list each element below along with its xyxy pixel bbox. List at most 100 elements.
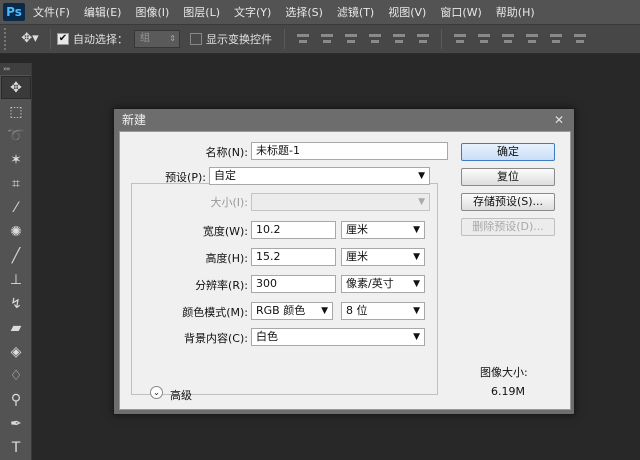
menubar: Ps 文件(F) 编辑(E) 图像(I) 图层(L) 文字(Y) 选择(S) 滤… <box>0 0 640 24</box>
distribute-top-icon[interactable] <box>453 32 467 46</box>
background-dropdown[interactable]: 白色 ▼ <box>251 328 425 346</box>
new-document-dialog: 新建 ✕ 名称(N): 未标题-1 预设(P): 自定 ▼ 大小(I): ▼ 宽… <box>113 108 575 415</box>
chevron-down-icon: ▼ <box>321 306 328 316</box>
type-tool-icon[interactable]: T <box>1 436 31 459</box>
height-unit-value: 厘米 <box>346 250 368 263</box>
auto-select-target-value: 组 <box>140 33 150 44</box>
lasso-tool-icon[interactable]: ➰ <box>1 124 31 147</box>
menu-layer[interactable]: 图层(L) <box>183 4 220 20</box>
menu-edit[interactable]: 编辑(E) <box>84 4 122 20</box>
resolution-input[interactable]: 300 <box>251 275 336 293</box>
width-unit-value: 厘米 <box>346 223 368 236</box>
align-bottom-icon[interactable] <box>344 32 358 46</box>
menu-help[interactable]: 帮助(H) <box>496 4 535 20</box>
options-bar-grip[interactable] <box>4 28 10 50</box>
eraser-tool-icon[interactable]: ▰ <box>1 316 31 339</box>
spot-healing-tool-icon[interactable]: ✺ <box>1 220 31 243</box>
eyedropper-tool-icon[interactable]: ⁄ <box>1 196 31 219</box>
crop-tool-icon[interactable]: ⌗ <box>1 172 31 195</box>
align-top-icon[interactable] <box>296 32 310 46</box>
background-value: 白色 <box>256 330 278 343</box>
distribute-bottom-icon[interactable] <box>501 32 515 46</box>
distribute-vcenter-icon[interactable] <box>477 32 491 46</box>
resolution-unit-value: 像素/英寸 <box>346 277 394 290</box>
resolution-unit-dropdown[interactable]: 像素/英寸 ▼ <box>341 275 425 293</box>
marquee-tool-icon[interactable]: ⬚ <box>1 100 31 123</box>
show-transform-checkbox[interactable] <box>190 33 202 45</box>
pen-tool-icon[interactable]: ✒ <box>1 412 31 435</box>
height-label: 高度(H): <box>205 252 248 265</box>
chevron-down-icon: ▼ <box>413 306 420 316</box>
align-vcenter-icon[interactable] <box>320 32 334 46</box>
align-left-icon[interactable] <box>368 32 382 46</box>
bit-depth-value: 8 位 <box>346 304 368 317</box>
dialog-titlebar[interactable]: 新建 ✕ <box>114 109 574 131</box>
clone-stamp-tool-icon[interactable]: ⊥ <box>1 268 31 291</box>
chevron-down-icon: ▼ <box>418 171 425 181</box>
magic-wand-tool-icon[interactable]: ✶ <box>1 148 31 171</box>
close-icon[interactable]: ✕ <box>552 113 566 127</box>
chevron-down-icon: ▼ <box>413 225 420 235</box>
menu-file[interactable]: 文件(F) <box>33 4 70 20</box>
chevron-down-icon: ▼ <box>413 279 420 289</box>
advanced-toggle-icon[interactable]: ⌄ <box>150 386 163 399</box>
width-input[interactable]: 10.2 <box>251 221 336 239</box>
auto-select-label: 自动选择： <box>73 33 128 46</box>
preset-value: 自定 <box>214 169 236 182</box>
chevron-down-icon: ▼ <box>413 252 420 262</box>
tools-panel-collapse[interactable]: »» <box>0 63 31 75</box>
chevron-down-icon: ▼ <box>418 197 425 207</box>
name-input[interactable]: 未标题-1 <box>251 142 448 160</box>
tools-panel: »» ✥ ⬚ ➰ ✶ ⌗ ⁄ ✺ ╱ ⊥ ↯ ▰ ◈ ♢ ⚲ ✒ T <box>0 63 32 460</box>
align-hcenter-icon[interactable] <box>392 32 406 46</box>
menu-image[interactable]: 图像(I) <box>135 4 169 20</box>
dialog-title: 新建 <box>122 113 147 127</box>
chevron-updown-icon: ⇕ <box>169 34 176 43</box>
color-mode-dropdown[interactable]: RGB 颜色 ▼ <box>251 302 333 320</box>
advanced-label[interactable]: 高级 <box>170 387 192 403</box>
auto-select-checkbox[interactable]: ✔ <box>57 33 69 45</box>
width-unit-dropdown[interactable]: 厘米 ▼ <box>341 221 425 239</box>
delete-preset-button: 删除预设(D)... <box>461 218 555 236</box>
size-label: 大小(I): <box>210 196 248 209</box>
menu-filter[interactable]: 滤镜(T) <box>337 4 374 20</box>
distribute-left-icon[interactable] <box>525 32 539 46</box>
divider <box>284 29 285 49</box>
save-preset-button[interactable]: 存储预设(S)... <box>461 193 555 211</box>
size-dropdown: ▼ <box>251 193 430 211</box>
advanced-divider <box>202 394 430 395</box>
brush-tool-icon[interactable]: ╱ <box>1 244 31 267</box>
height-input[interactable]: 15.2 <box>251 248 336 266</box>
height-unit-dropdown[interactable]: 厘米 ▼ <box>341 248 425 266</box>
dodge-tool-icon[interactable]: ⚲ <box>1 388 31 411</box>
distribute-right-icon[interactable] <box>573 32 587 46</box>
background-label: 背景内容(C): <box>184 332 248 345</box>
photoshop-window: Ps 文件(F) 编辑(E) 图像(I) 图层(L) 文字(Y) 选择(S) 滤… <box>0 0 640 460</box>
resolution-label: 分辨率(R): <box>195 279 248 292</box>
image-size-value: 6.19M <box>491 385 525 398</box>
move-tool-icon[interactable]: ✥▾ <box>16 29 44 49</box>
reset-button[interactable]: 复位 <box>461 168 555 186</box>
options-bar: ✥▾ ✔ 自动选择： 组 ⇕ 显示变换控件 <box>0 24 640 54</box>
chevron-down-icon: ▼ <box>413 332 420 342</box>
move-tool-icon[interactable]: ✥ <box>1 76 31 99</box>
menu-view[interactable]: 视图(V) <box>388 4 426 20</box>
ok-button[interactable]: 确定 <box>461 143 555 161</box>
image-size-label: 图像大小: <box>480 366 528 379</box>
blur-tool-icon[interactable]: ♢ <box>1 364 31 387</box>
distribute-hcenter-icon[interactable] <box>549 32 563 46</box>
align-right-icon[interactable] <box>416 32 430 46</box>
paint-bucket-tool-icon[interactable]: ◈ <box>1 340 31 363</box>
divider <box>50 29 51 49</box>
dialog-body: 名称(N): 未标题-1 预设(P): 自定 ▼ 大小(I): ▼ 宽度(W):… <box>119 131 571 410</box>
menu-window[interactable]: 窗口(W) <box>440 4 481 20</box>
menu-select[interactable]: 选择(S) <box>285 4 323 20</box>
history-brush-tool-icon[interactable]: ↯ <box>1 292 31 315</box>
preset-dropdown[interactable]: 自定 ▼ <box>209 167 430 185</box>
width-label: 宽度(W): <box>202 225 248 238</box>
menu-type[interactable]: 文字(Y) <box>234 4 271 20</box>
divider <box>441 29 442 49</box>
color-mode-label: 颜色模式(M): <box>182 306 248 319</box>
bit-depth-dropdown[interactable]: 8 位 ▼ <box>341 302 425 320</box>
auto-select-target-dropdown[interactable]: 组 ⇕ <box>134 30 180 48</box>
